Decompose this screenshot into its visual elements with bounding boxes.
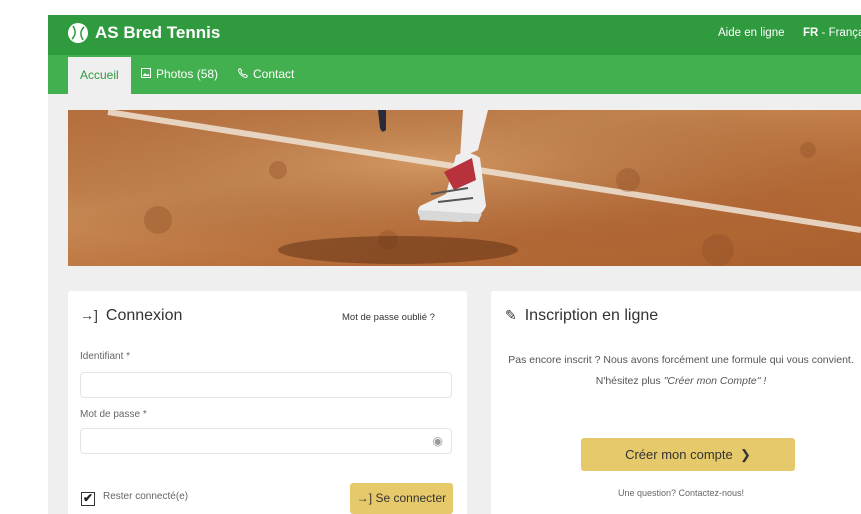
phone-icon — [238, 55, 249, 94]
login-heading: →] Connexion — [80, 307, 182, 325]
tab-accueil[interactable]: Accueil — [68, 57, 131, 94]
sign-in-icon: →] — [356, 491, 376, 505]
header-bar: AS Bred Tennis Aide en ligne FR - França… — [48, 15, 861, 55]
help-link[interactable]: Aide en ligne — [718, 27, 785, 39]
login-title: Connexion — [105, 307, 183, 324]
remember-me-label: Rester connecté(e) — [103, 491, 189, 502]
language-selector[interactable]: FR - Français — [803, 27, 861, 39]
nav-bar: Accueil Photos (58) Contact — [48, 55, 861, 94]
edit-icon: ✎ — [505, 307, 517, 323]
login-button-label: Se connecter — [375, 491, 447, 505]
remember-me-checkbox[interactable]: ✔ — [81, 492, 95, 506]
tab-label: Photos (58) — [156, 67, 219, 81]
username-input[interactable] — [80, 372, 452, 398]
registration-quote: "Créer mon Compte" ! — [663, 375, 767, 387]
registration-description-line2: N'hésitez plus "Créer mon Compte" ! — [491, 375, 861, 387]
password-label: Mot de passe * — [80, 409, 147, 420]
tab-contact[interactable]: Contact — [238, 55, 294, 94]
language-code: FR — [803, 27, 819, 39]
page: AS Bred Tennis Aide en ligne FR - Franç a… — [48, 15, 861, 514]
eye-icon[interactable]: ◉ — [433, 434, 443, 448]
create-account-label: Créer mon compte — [625, 447, 733, 462]
registration-card: ✎ Inscription en ligne Pas encore inscrit… — [491, 291, 861, 514]
hero-banner-image — [68, 110, 861, 266]
sign-in-icon: →] — [80, 307, 98, 323]
registration-prompt: N'hésitez plus — [595, 375, 664, 387]
password-input[interactable]: ◉ — [80, 428, 452, 454]
language-name: - Français — [821, 27, 861, 39]
forgot-password-link[interactable]: Mot de passe oublié ? — [342, 312, 435, 323]
login-card: →] Connexion Mot de passe oublié ? Identi… — [68, 291, 467, 514]
registration-title: Inscription en ligne — [524, 307, 659, 324]
tab-label: Contact — [253, 67, 295, 81]
brand-title[interactable]: AS Bred Tennis — [95, 23, 220, 43]
clay-court-illustration — [68, 110, 861, 266]
tab-label: Accueil — [80, 68, 119, 82]
contact-question-link[interactable]: Une question? Contactez-nous! — [491, 488, 861, 498]
tab-photos[interactable]: Photos (58) — [141, 55, 218, 94]
chevron-right-icon: ❯ — [736, 447, 751, 462]
tennis-ball-logo-icon[interactable] — [68, 23, 88, 43]
image-icon — [141, 55, 151, 94]
create-account-button[interactable]: Créer mon compte ❯ — [581, 438, 795, 471]
username-label: Identifiant * — [80, 351, 131, 362]
registration-description-line1: Pas encore inscrit ? Nous avons forcémen… — [508, 354, 854, 366]
registration-heading: ✎ Inscription en ligne — [505, 307, 658, 325]
login-button[interactable]: →] Se connecter — [350, 483, 453, 514]
